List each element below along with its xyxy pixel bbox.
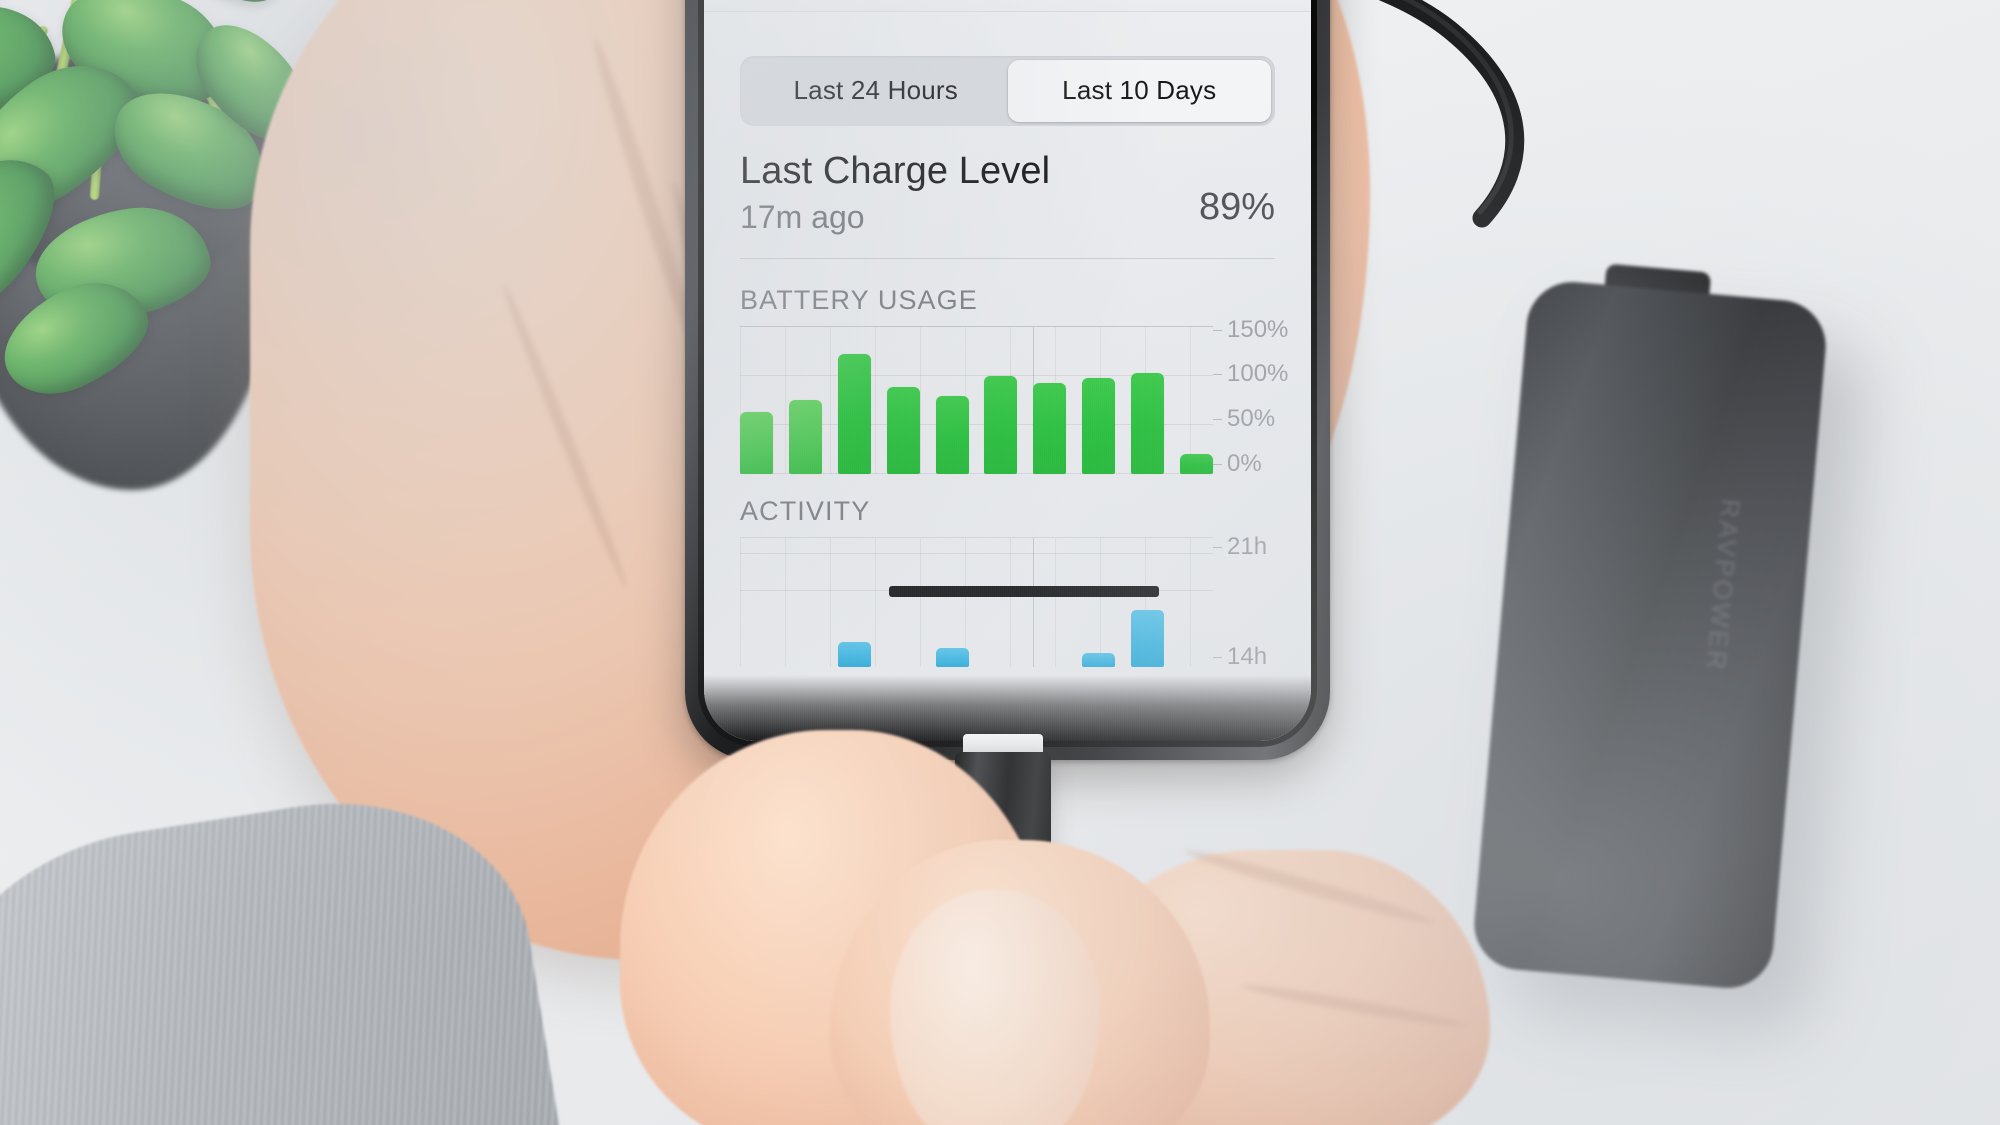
photo-scene: RAVPOWER Auto-Brightness is currently di… bbox=[0, 0, 2000, 1125]
chart-bar bbox=[935, 396, 969, 474]
axis-tick-label: 14h bbox=[1213, 643, 1267, 671]
chart-bar bbox=[740, 411, 773, 474]
chart-bar bbox=[886, 387, 920, 474]
battery-usage-y-axis: 150% 100% 50% 0% bbox=[1213, 316, 1305, 478]
last-charge-level-subtitle: 17m ago bbox=[740, 198, 865, 235]
chart-bar bbox=[935, 647, 969, 667]
time-range-segmented-control[interactable]: Last 24 Hours Last 10 Days bbox=[740, 55, 1275, 126]
chart-bar bbox=[788, 400, 822, 474]
charging-period-line bbox=[888, 585, 1159, 597]
battery-health-row[interactable]: Battery Health › bbox=[704, 0, 1311, 12]
settings-battery-screen: Auto-Brightness is currently disabled. Y… bbox=[704, 0, 1311, 741]
grid-divider bbox=[1033, 537, 1035, 667]
axis-tick-label: 0% bbox=[1213, 450, 1262, 478]
axis-tick-label: 150% bbox=[1213, 316, 1288, 344]
tab-last-10-days[interactable]: Last 10 Days bbox=[1007, 59, 1271, 122]
activity-chart[interactable]: 21h 14h bbox=[740, 533, 1311, 670]
battery-usage-plot bbox=[740, 325, 1213, 474]
iphone: Auto-Brightness is currently disabled. Y… bbox=[685, 0, 1330, 760]
time-range-control-wrap: Last 24 Hours Last 10 Days bbox=[704, 12, 1311, 126]
chart-bar bbox=[1179, 453, 1213, 474]
chart-bar bbox=[1082, 377, 1116, 474]
last-charge-text: Last Charge Level 17m ago bbox=[740, 150, 1199, 236]
chart-bar bbox=[984, 375, 1018, 474]
activity-heading: ACTIVITY bbox=[740, 495, 871, 526]
battery-usage-chart[interactable]: 150% 100% 50% 0% bbox=[740, 316, 1311, 477]
chart-bar bbox=[1082, 653, 1116, 667]
thumbnail bbox=[890, 890, 1100, 1125]
last-charge-level-title: Last Charge Level bbox=[740, 149, 1051, 192]
phone-bezel: Auto-Brightness is currently disabled. Y… bbox=[698, 0, 1317, 747]
chart-bar bbox=[1033, 383, 1067, 474]
axis-tick-label: 50% bbox=[1213, 405, 1275, 433]
phone-screen[interactable]: Auto-Brightness is currently disabled. Y… bbox=[704, 0, 1311, 741]
chart-bar bbox=[1131, 610, 1164, 667]
chart-bar bbox=[837, 642, 871, 667]
power-bank bbox=[1470, 278, 1830, 992]
tab-last-24-hours[interactable]: Last 24 Hours bbox=[744, 60, 1008, 122]
gridline bbox=[740, 552, 1213, 554]
activity-y-axis: 21h 14h bbox=[1213, 533, 1305, 671]
gridline bbox=[740, 325, 1213, 327]
activity-plot bbox=[740, 536, 1213, 667]
last-charge-level-value: 89% bbox=[1198, 185, 1275, 228]
axis-tick-label: 21h bbox=[1213, 533, 1267, 561]
chart-bar bbox=[1131, 372, 1164, 474]
last-charge-level-block: Last Charge Level 17m ago 89% bbox=[704, 126, 1311, 236]
axis-tick-label: 100% bbox=[1213, 360, 1288, 388]
chart-bar bbox=[837, 354, 871, 474]
